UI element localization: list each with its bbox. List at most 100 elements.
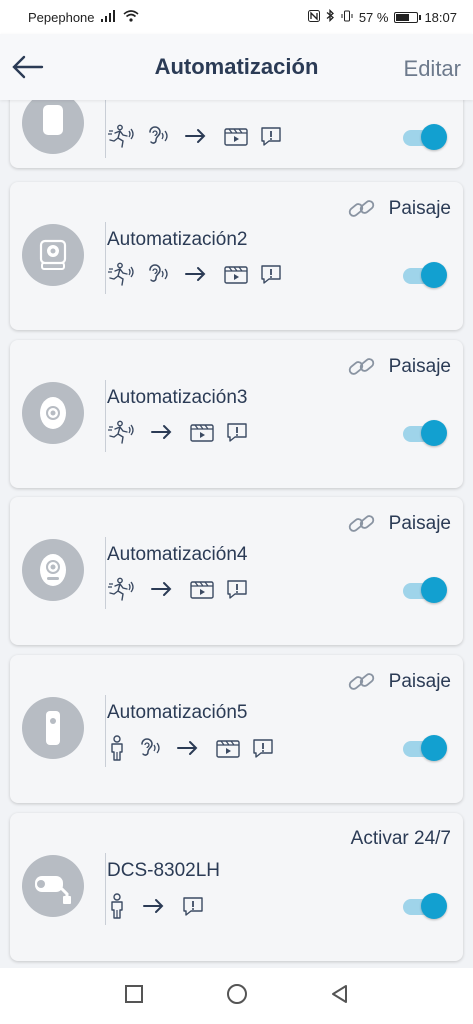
sound-icon: [137, 736, 161, 760]
mode-label: Paisaje: [388, 671, 451, 692]
arrow-right-icon: [151, 424, 173, 440]
camera-icon: [40, 397, 66, 429]
camera-avatar: [22, 697, 84, 759]
link-icon: [347, 197, 377, 221]
system-nav-bar: [0, 968, 473, 1024]
battery-icon: [394, 11, 422, 23]
automation-card-3[interactable]: Paisaje Automatización3: [10, 340, 463, 488]
edit-button[interactable]: Editar: [404, 56, 461, 82]
card-divider: [105, 853, 106, 925]
mode-label: Paisaje: [388, 513, 451, 534]
bluetooth-icon: [326, 8, 335, 25]
automation-name: Automatización2: [107, 229, 248, 250]
back-button[interactable]: [10, 52, 44, 82]
card-divider: [105, 695, 106, 767]
mode-tag: Paisaje: [347, 670, 451, 694]
record-icon: [223, 263, 249, 285]
automation-name: Automatización5: [107, 702, 248, 723]
automation-card-6[interactable]: Activar 24/7 DCS-8302LH: [10, 813, 463, 961]
person-icon: [107, 893, 127, 919]
motion-icon: [107, 420, 135, 444]
automation-card-2[interactable]: Paisaje Automatización2: [10, 182, 463, 330]
arrow-right-icon: [177, 740, 199, 756]
motion-icon: [107, 124, 135, 148]
nfc-icon: [307, 9, 320, 25]
motion-icon: [107, 262, 135, 286]
arrow-right-icon: [143, 898, 165, 914]
triangle-back-icon: [331, 984, 347, 1003]
square-icon: [124, 984, 143, 1003]
app-header: Automatización Editar: [0, 34, 473, 100]
enable-toggle[interactable]: [403, 420, 447, 446]
arrow-right-icon: [151, 581, 173, 597]
mode-label: Paisaje: [388, 198, 451, 219]
mode-tag: Paisaje: [347, 512, 451, 536]
automation-list[interactable]: Paisaje Automatización2 Paisaje Automati…: [0, 100, 473, 968]
automation-card-1[interactable]: [10, 100, 463, 168]
record-icon: [189, 578, 215, 600]
automation-card-5[interactable]: Paisaje Automatización5: [10, 655, 463, 803]
rule-icons: [107, 420, 249, 444]
link-icon: [347, 512, 377, 536]
rule-icons: [107, 124, 283, 148]
notify-icon: [259, 263, 283, 285]
camera-avatar: [22, 855, 84, 917]
enable-toggle[interactable]: [403, 735, 447, 761]
camera-icon: [39, 239, 67, 270]
enable-toggle[interactable]: [403, 577, 447, 603]
person-icon: [107, 735, 127, 761]
automation-card-4[interactable]: Paisaje Automatización4: [10, 497, 463, 645]
vibrate-icon: [341, 10, 353, 25]
camera-avatar: [22, 382, 84, 444]
rule-icons: [107, 735, 275, 761]
automation-name: Automatización4: [107, 544, 248, 565]
rule-icons: [107, 893, 205, 919]
mode-label: Activar 24/7: [350, 828, 451, 849]
home-button[interactable]: [225, 982, 249, 1011]
recents-button[interactable]: [123, 983, 145, 1010]
enable-toggle[interactable]: [403, 893, 447, 919]
card-divider: [105, 537, 106, 609]
notify-icon: [259, 125, 283, 147]
system-back-button[interactable]: [329, 983, 351, 1010]
notify-icon: [181, 895, 205, 917]
record-icon: [215, 737, 241, 759]
arrow-left-icon: [12, 55, 44, 79]
record-icon: [223, 125, 249, 147]
mode-tag: Paisaje: [347, 197, 451, 221]
sound-icon: [145, 124, 169, 148]
enable-toggle[interactable]: [403, 124, 447, 150]
camera-avatar: [22, 100, 84, 154]
automation-name: DCS-8302LH: [107, 860, 220, 881]
mode-tag: Paisaje: [347, 355, 451, 379]
mode-tag: Activar 24/7: [351, 828, 451, 850]
battery-percent: 57 %: [358, 9, 389, 25]
link-icon: [347, 670, 377, 694]
wifi-icon: [122, 9, 139, 25]
outdoor-camera-icon: [35, 876, 71, 904]
camera-icon: [43, 105, 63, 135]
camera-icon: [40, 554, 66, 586]
rule-icons: [107, 577, 249, 601]
carrier-name: Pepephone: [28, 9, 95, 25]
arrow-right-icon: [185, 266, 207, 282]
camera-icon: [46, 711, 60, 745]
record-icon: [189, 421, 215, 443]
arrow-right-icon: [185, 128, 207, 144]
clock: 18:07: [424, 9, 457, 25]
notify-icon: [251, 737, 275, 759]
mode-label: Paisaje: [388, 356, 451, 377]
camera-avatar: [22, 224, 84, 286]
notify-icon: [225, 578, 249, 600]
enable-toggle[interactable]: [403, 262, 447, 288]
motion-icon: [107, 577, 135, 601]
page-title: Automatización: [154, 54, 319, 79]
rule-icons: [107, 262, 283, 286]
signal-icon: [100, 9, 117, 25]
notify-icon: [225, 421, 249, 443]
card-divider: [105, 222, 106, 294]
camera-avatar: [22, 539, 84, 601]
circle-icon: [226, 983, 247, 1004]
card-divider: [105, 100, 106, 158]
card-divider: [105, 380, 106, 452]
